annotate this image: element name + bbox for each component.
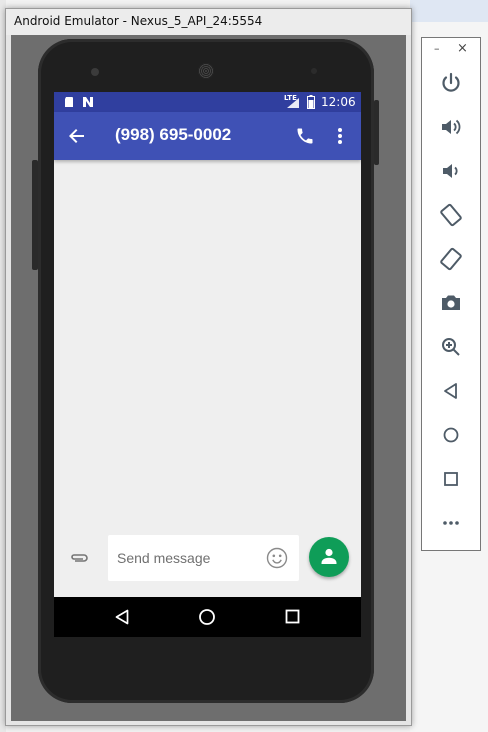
camera-icon[interactable] [439,291,463,315]
battery-icon [307,95,315,109]
sd-card-icon [65,97,73,107]
nav-overview-icon[interactable] [285,609,301,625]
more-options-icon[interactable] [336,127,344,145]
volume-down-icon[interactable] [439,159,463,183]
more-icon[interactable] [439,511,463,535]
nav-back-icon[interactable] [115,609,129,625]
n-notification-icon [83,97,93,107]
back-arrow-icon[interactable] [68,127,86,145]
emoji-icon[interactable] [266,547,288,569]
emulator-toolbar: – × [421,37,481,551]
message-placeholder: Send message [117,550,211,566]
volume-up-icon[interactable] [439,115,463,139]
contact-fab-button[interactable] [309,537,349,577]
person-icon [321,548,337,564]
toolbar-minimize-button[interactable]: – [434,42,440,55]
toolbar-close-button[interactable]: × [457,41,468,56]
front-camera [91,68,99,76]
status-bar: LTE 12:06 [54,92,361,112]
desktop-top-strip [410,0,488,22]
back-icon[interactable] [439,379,463,403]
phone-call-icon[interactable] [295,126,315,146]
nav-home-icon[interactable] [198,608,216,626]
system-navigation-bar [54,597,361,637]
message-input[interactable]: Send message [108,535,299,581]
attachment-icon[interactable] [70,551,90,565]
window-title: Android Emulator - Nexus_5_API_24:5554 [14,14,263,28]
rotate-right-icon[interactable] [439,247,463,271]
home-icon[interactable] [439,423,463,447]
earpiece-speaker [198,63,214,79]
rotate-left-icon[interactable] [439,203,463,227]
app-bar: (998) 695-0002 [54,112,361,160]
zoom-icon[interactable] [439,335,463,359]
compose-bar: Send message [54,535,361,585]
power-icon[interactable] [439,71,463,95]
status-time: 12:06 [321,95,356,109]
conversation-title: (998) 695-0002 [115,125,232,144]
signal-icon [287,98,299,108]
proximity-sensor [311,68,317,74]
window-titlebar[interactable]: Android Emulator - Nexus_5_API_24:5554 [6,9,411,35]
phone-side-button-right [374,100,379,165]
overview-icon[interactable] [439,467,463,491]
